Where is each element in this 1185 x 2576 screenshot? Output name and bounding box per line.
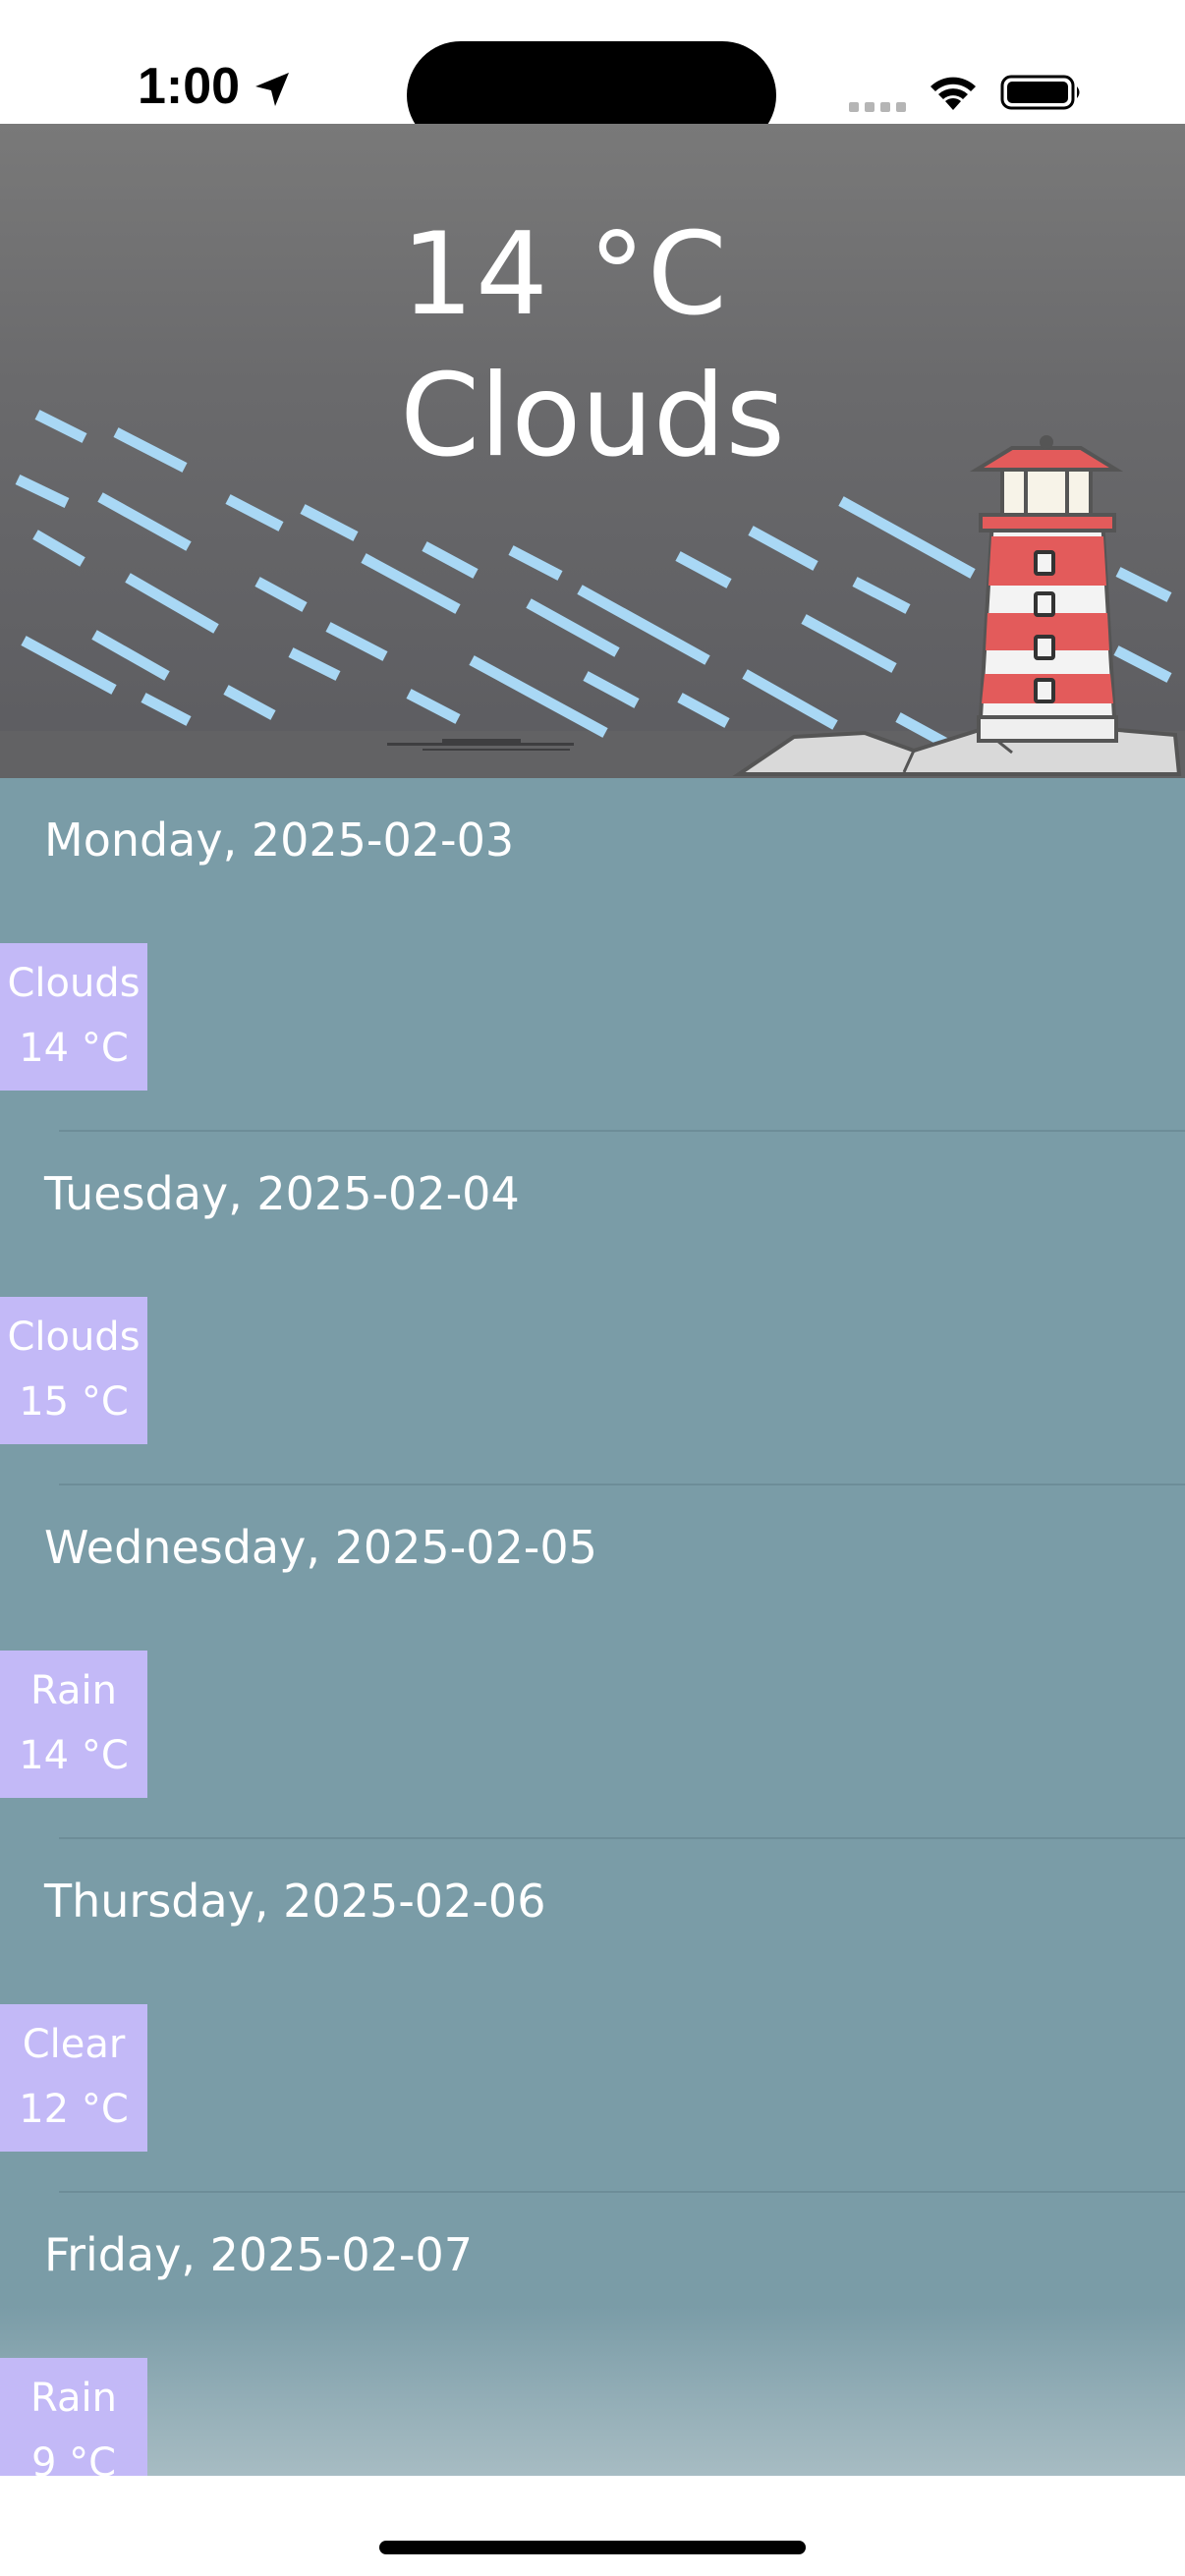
home-indicator[interactable] <box>379 2541 806 2554</box>
forecast-row[interactable]: Wednesday, 2025-02-05 Rain 14 °C <box>0 1485 1185 1839</box>
forecast-card: Clear 12 °C <box>0 2004 147 2152</box>
current-condition: Clouds <box>400 350 785 482</box>
forecast-card: Clouds 15 °C <box>0 1297 147 1444</box>
forecast-condition: Rain <box>30 2376 117 2421</box>
forecast-card: Rain 14 °C <box>0 1651 147 1798</box>
cellular-icon <box>849 102 906 112</box>
forecast-temperature: 12 °C <box>19 2087 129 2132</box>
weather-screen: 1:00 14 °C Clouds Monday, 2025-02-03 Clo… <box>0 0 1185 2576</box>
forecast-date: Tuesday, 2025-02-04 <box>44 1167 520 1220</box>
forecast-date: Wednesday, 2025-02-05 <box>44 1521 597 1574</box>
forecast-temperature: 15 °C <box>19 1379 129 1425</box>
forecast-condition: Rain <box>30 1668 117 1713</box>
forecast-temperature: 14 °C <box>19 1733 129 1778</box>
forecast-list: Monday, 2025-02-03 Clouds 14 °C Tuesday,… <box>0 778 1185 2476</box>
forecast-row[interactable]: Friday, 2025-02-07 Rain 9 °C <box>0 2193 1185 2476</box>
current-temperature-value: 14 °C <box>401 208 729 341</box>
forecast-temperature: 9 °C <box>30 2440 117 2476</box>
battery-icon <box>1000 75 1080 110</box>
forecast-condition: Clear <box>22 2022 126 2067</box>
wifi-icon <box>931 77 976 110</box>
forecast-condition: Clouds <box>7 961 141 1006</box>
forecast-condition: Clouds <box>7 1315 141 1360</box>
current-temperature: 14 °C <box>0 218 1185 332</box>
home-indicator-area <box>0 2476 1185 2576</box>
forecast-row[interactable]: Monday, 2025-02-03 Clouds 14 °C <box>0 778 1185 1132</box>
location-arrow-icon <box>255 73 289 106</box>
status-time: 1:00 <box>138 58 241 115</box>
current-weather-header: 14 °C Clouds <box>0 124 1185 778</box>
forecast-temperature: 14 °C <box>19 1026 129 1071</box>
forecast-date: Friday, 2025-02-07 <box>44 2228 473 2281</box>
forecast-card: Rain 9 °C <box>0 2358 147 2476</box>
forecast-row[interactable]: Thursday, 2025-02-06 Clear 12 °C <box>0 1839 1185 2193</box>
forecast-date: Monday, 2025-02-03 <box>44 813 515 867</box>
forecast-date: Thursday, 2025-02-06 <box>44 1875 546 1928</box>
forecast-card: Clouds 14 °C <box>0 943 147 1091</box>
forecast-row[interactable]: Tuesday, 2025-02-04 Clouds 15 °C <box>0 1132 1185 1485</box>
status-bar: 1:00 <box>0 0 1185 149</box>
lighthouse-icon <box>969 435 1124 743</box>
